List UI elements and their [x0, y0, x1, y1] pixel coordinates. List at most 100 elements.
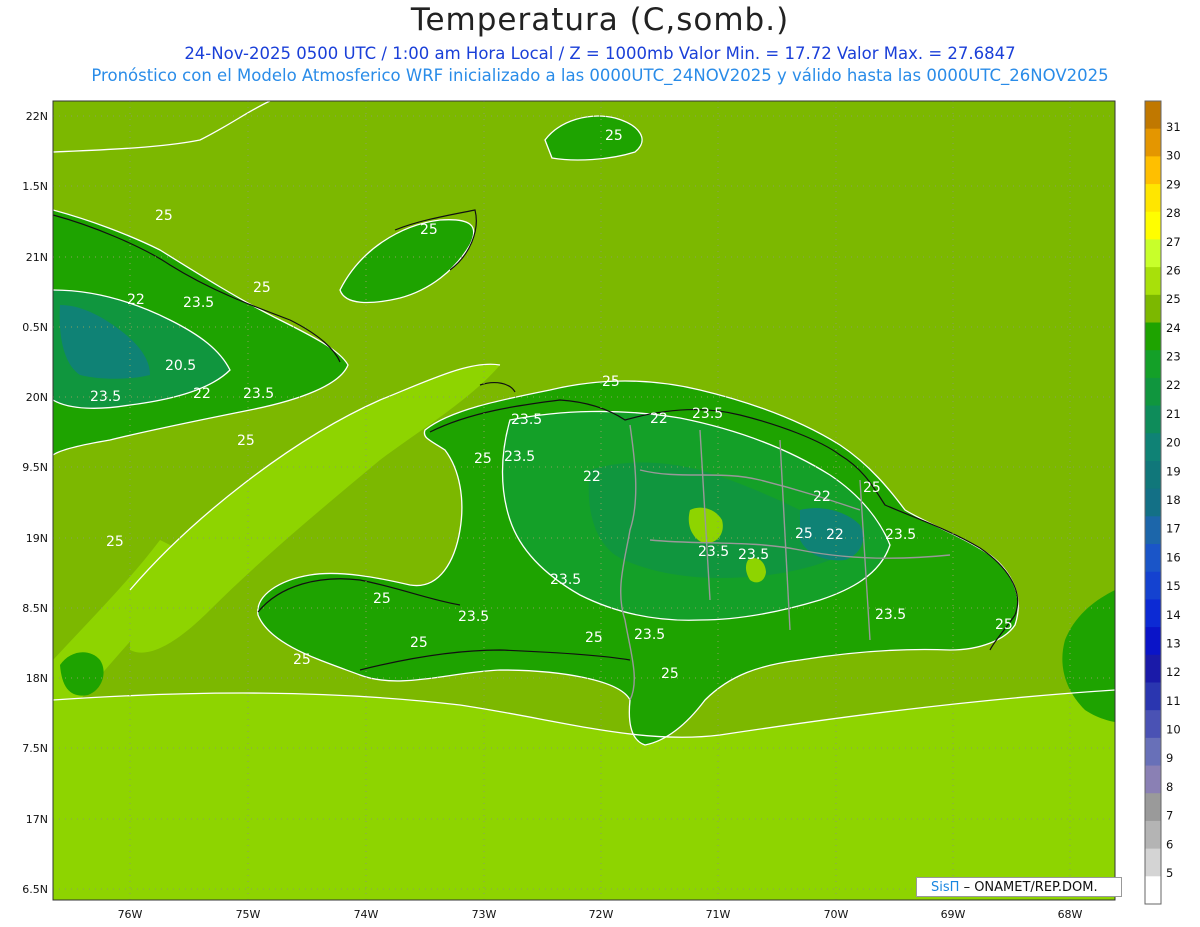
lat-tick-label: 8.5N [22, 602, 48, 615]
colorbar-label: 12 [1166, 665, 1181, 679]
colorbar-swatch [1145, 737, 1161, 767]
colorbar-label: 31 [1166, 120, 1181, 134]
colorbar-label: 11 [1166, 694, 1181, 708]
colorbar-swatch [1145, 710, 1161, 739]
colorbar-swatch [1145, 460, 1161, 490]
colorbar-swatch [1145, 128, 1161, 157]
contour-label: 25 [863, 480, 881, 496]
colorbar-label: 23 [1166, 350, 1181, 364]
credit-text: – ONAMET/REP.DOM. [963, 880, 1098, 895]
contour-label: 23.5 [885, 527, 916, 543]
contour-label: 25 [373, 591, 391, 607]
contour-label: 23.5 [183, 295, 214, 311]
colorbar-label: 9 [1166, 751, 1173, 765]
longitude-ticks: 76W 75W 74W 73W 72W 71W 70W 69W 68W [118, 908, 1083, 921]
lon-tick-label: 70W [824, 908, 849, 921]
lon-tick-label: 69W [941, 908, 966, 921]
credit-box: SisΠ – ONAMET/REP.DOM. [916, 877, 1122, 897]
lat-tick-label: 17N [26, 813, 48, 826]
colorbar-swatch [1145, 322, 1161, 351]
contour-label: 23.5 [504, 449, 535, 465]
colorbar-swatch [1145, 488, 1161, 517]
lat-tick-label: 7.5N [22, 742, 48, 755]
colorbar-swatch [1145, 101, 1161, 130]
contour-label: 25 [253, 280, 271, 296]
colorbar-label: 22 [1166, 378, 1181, 392]
colorbar-swatch [1145, 571, 1161, 600]
lat-tick-label: 19N [26, 532, 48, 545]
colorbar-swatch [1145, 654, 1161, 683]
colorbar-swatch [1145, 294, 1161, 324]
colorbar-label: 14 [1166, 608, 1181, 622]
contour-label: 25 [420, 222, 438, 238]
colorbar-swatch [1145, 682, 1161, 711]
colorbar-swatch [1145, 820, 1161, 850]
colorbar-swatch [1145, 211, 1161, 240]
lon-tick-label: 75W [236, 908, 261, 921]
colorbar-label: 21 [1166, 407, 1181, 421]
lat-tick-label: 6.5N [22, 883, 48, 896]
colorbar-label: 25 [1166, 292, 1181, 306]
contour-label: 25 [237, 433, 255, 449]
colorbar-swatch [1145, 544, 1161, 573]
lon-tick-label: 68W [1058, 908, 1083, 921]
contour-label: 23.5 [634, 627, 665, 643]
contour-label: 23.5 [511, 412, 542, 428]
colorbar-label: 16 [1166, 550, 1181, 564]
contour-label: 23.5 [692, 406, 723, 422]
colorbar-label: 17 [1166, 522, 1181, 536]
contour-label: 23.5 [243, 386, 274, 402]
lat-tick-label: 20N [26, 391, 48, 404]
contour-label: 22 [193, 386, 211, 402]
colorbar-swatch [1145, 184, 1161, 213]
colorbar-swatch [1145, 599, 1161, 628]
contour-label: 23.5 [698, 544, 729, 560]
colorbar-swatch [1145, 239, 1161, 268]
colorbar-label: 29 [1166, 177, 1181, 191]
contour-label: 25 [293, 652, 311, 668]
lat-tick-label: 21N [26, 251, 48, 264]
contour-label: 25 [602, 374, 620, 390]
lat-tick-label: 9.5N [22, 461, 48, 474]
contour-label: 22 [813, 489, 831, 505]
colorbar-swatch [1145, 267, 1161, 296]
contour-label: 23.5 [550, 572, 581, 588]
colorbar-swatch [1145, 765, 1161, 794]
contour-label: 25 [661, 666, 679, 682]
lon-tick-label: 76W [118, 908, 143, 921]
contour-label: 22 [826, 527, 844, 543]
map-plot-area: 25 25 25 25 22 23.5 20.5 22 23.5 23.5 25… [53, 101, 1115, 900]
colorbar-label: 20 [1166, 436, 1181, 450]
contour-label: 22 [127, 292, 145, 308]
colorbar-label: 13 [1166, 637, 1181, 651]
lat-tick-label: 1.5N [22, 180, 48, 193]
contour-label: 25 [605, 128, 623, 144]
contour-label: 25 [474, 451, 492, 467]
colorbar-label: 8 [1166, 780, 1173, 794]
colorbar-label: 27 [1166, 235, 1181, 249]
colorbar-label: 6 [1166, 837, 1173, 851]
contour-label: 22 [583, 469, 601, 485]
colorbar-label: 18 [1166, 493, 1181, 507]
contour-label: 25 [106, 534, 124, 550]
colorbar-label: 24 [1166, 321, 1181, 335]
colorbar-label: 15 [1166, 579, 1181, 593]
colorbar-label: 5 [1166, 866, 1173, 880]
colorbar-swatch [1145, 848, 1161, 877]
temperature-map: 25 25 25 25 22 23.5 20.5 22 23.5 23.5 25… [22, 100, 1181, 921]
lon-tick-label: 72W [589, 908, 614, 921]
temperature-colorbar: 31 30 29 28 27 26 25 24 23 22 21 20 19 18 17 16 15 14 13 12… [1144, 100, 1181, 905]
colorbar-swatch [1145, 793, 1161, 822]
colorbar-label: 26 [1166, 264, 1181, 278]
lat-tick-label: 18N [26, 672, 48, 685]
colorbar-label: 28 [1166, 206, 1181, 220]
latitude-ticks: 22N 1.5N 21N 0.5N 20N 9.5N 19N 8.5N 18N … [22, 110, 48, 896]
contour-label: 23.5 [458, 609, 489, 625]
colorbar-swatch [1145, 876, 1161, 905]
lon-tick-label: 73W [472, 908, 497, 921]
contour-label: 25 [410, 635, 428, 651]
lat-tick-label: 0.5N [22, 321, 48, 334]
colorbar-label: 19 [1166, 464, 1181, 478]
colorbar-swatch [1145, 377, 1161, 407]
colorbar-swatch [1145, 350, 1161, 379]
